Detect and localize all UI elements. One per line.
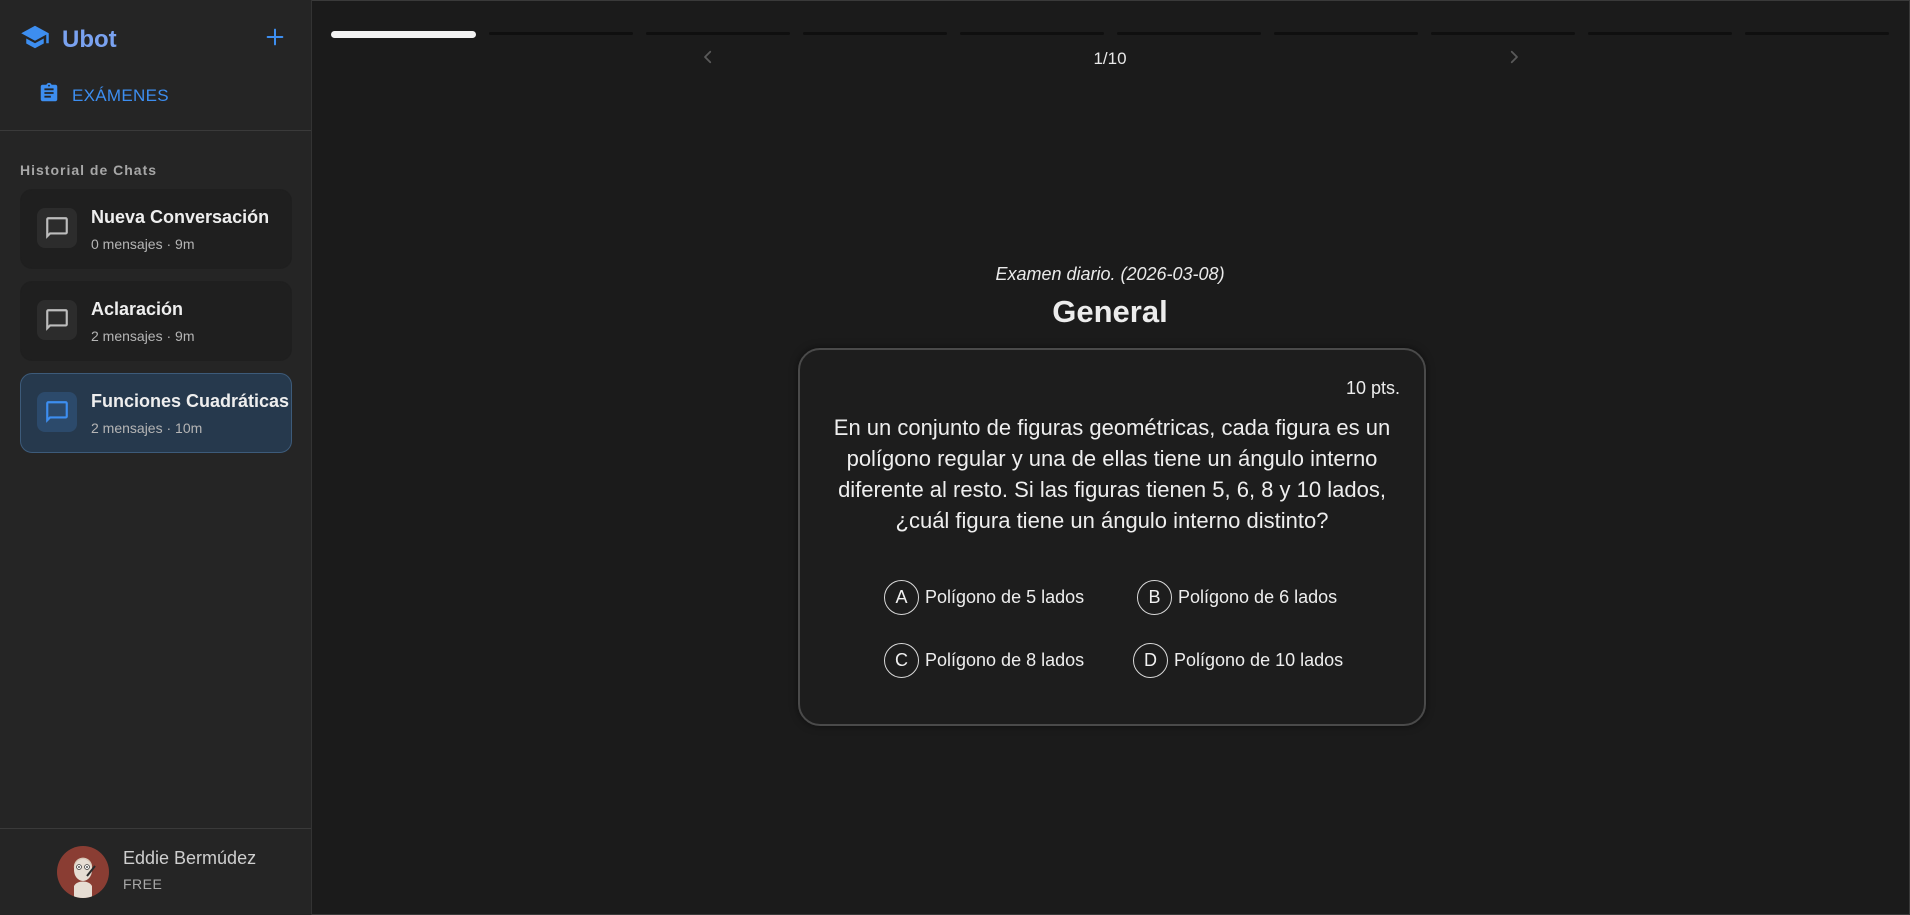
progress-segment-8[interactable] <box>1431 32 1575 35</box>
option-text: Polígono de 8 lados <box>925 650 1085 670</box>
option-d[interactable]: D Polígono de 10 lados <box>1133 643 1343 678</box>
progress-segment-4[interactable] <box>803 32 947 35</box>
chat-meta: 2 mensajes · 10m <box>91 420 203 436</box>
progress-segment-5[interactable] <box>960 32 1104 35</box>
chat-bubble-icon <box>37 392 77 432</box>
chat-bubble-icon <box>37 208 77 248</box>
next-question-button[interactable] <box>1503 48 1525 70</box>
chat-bubble-icon <box>37 300 77 340</box>
option-text: Polígono de 6 lados <box>1178 587 1338 607</box>
chevron-right-icon <box>1505 48 1523 71</box>
chat-item[interactable]: Nueva Conversación 0 mensajes · 9m <box>20 189 292 269</box>
plus-icon <box>264 26 286 53</box>
progress-segment-10[interactable] <box>1745 32 1889 35</box>
exams-label: EXÁMENES <box>72 85 169 105</box>
brand[interactable]: Ubot <box>20 22 117 57</box>
chat-title: Nueva Conversación <box>91 207 270 227</box>
option-text: Polígono de 10 lados <box>1174 650 1344 670</box>
chat-title: Funciones Cuadráticas <box>91 391 290 411</box>
user-plan: FREE <box>123 876 163 892</box>
previous-question-button[interactable] <box>697 48 719 70</box>
progress-segment-2[interactable] <box>489 32 633 35</box>
question-progress <box>331 31 1896 38</box>
option-text: Polígono de 5 lados <box>925 587 1085 607</box>
user-name[interactable]: Eddie Bermúdez <box>123 848 256 869</box>
option-c[interactable]: C Polígono de 8 lados <box>884 643 1084 678</box>
graduation-cap-icon <box>20 22 50 57</box>
option-letter: C <box>884 643 919 678</box>
avatar[interactable] <box>57 846 109 898</box>
chat-meta: 2 mensajes · 9m <box>91 328 195 344</box>
question-counter: 1/10 <box>1093 49 1127 68</box>
app-name: Ubot <box>62 25 117 53</box>
progress-segment-7[interactable] <box>1274 32 1418 35</box>
progress-segment-9[interactable] <box>1588 32 1732 35</box>
option-letter: A <box>884 580 919 615</box>
chat-item[interactable]: Aclaración 2 mensajes · 9m <box>20 281 292 361</box>
exams-link[interactable]: EXÁMENES <box>38 82 169 109</box>
option-letter: B <box>1137 580 1172 615</box>
chat-meta: 0 mensajes · 9m <box>91 236 195 252</box>
footer-divider <box>0 828 311 829</box>
option-a[interactable]: A Polígono de 5 lados <box>884 580 1084 615</box>
progress-segment-6[interactable] <box>1117 32 1261 35</box>
question-card: 10 pts. En un conjunto de figuras geomét… <box>798 348 1426 726</box>
question-text: En un conjunto de figuras geométricas, c… <box>833 415 1391 533</box>
clipboard-icon <box>38 82 60 109</box>
progress-segment-1[interactable] <box>331 31 476 38</box>
sidebar-divider <box>0 130 311 131</box>
chat-list: Nueva Conversación 0 mensajes · 9m Aclar… <box>20 189 292 465</box>
exam-title: General <box>1052 294 1168 329</box>
sidebar: Ubot EXÁMENES Historial de Chats Nueva C… <box>0 0 312 915</box>
new-chat-button[interactable] <box>262 26 288 52</box>
exam-subtitle: Examen diario. (2026-03-08) <box>995 264 1225 284</box>
chat-item-active[interactable]: Funciones Cuadráticas 2 mensajes · 10m <box>20 373 292 453</box>
option-b[interactable]: B Polígono de 6 lados <box>1137 580 1337 615</box>
question-points: 10 pts. <box>1345 378 1400 398</box>
chevron-left-icon <box>699 48 717 71</box>
option-letter: D <box>1133 643 1168 678</box>
history-title: Historial de Chats <box>20 162 158 178</box>
progress-segment-3[interactable] <box>646 32 790 35</box>
chat-title: Aclaración <box>91 299 184 319</box>
